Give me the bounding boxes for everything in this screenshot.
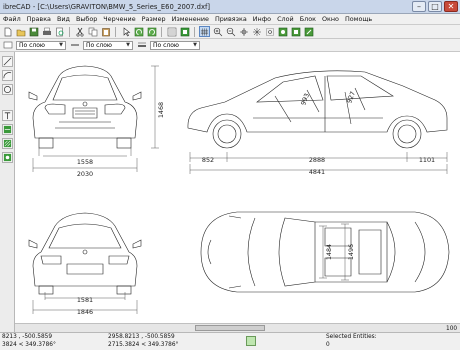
dim-side-b: 927 (345, 90, 357, 104)
dim-top-a: 1484 (325, 244, 333, 260)
arc-tool-icon[interactable] (2, 70, 13, 81)
title-bar: ibreCAD - [C:\Users\GRAVITON\BMW_5_Serie… (0, 0, 460, 14)
paste-icon[interactable] (100, 26, 111, 37)
grid-status-icon[interactable] (246, 336, 256, 346)
save-file-icon[interactable] (28, 26, 39, 37)
menu-layer[interactable]: Слой (277, 15, 294, 23)
zoom-in-icon[interactable] (212, 26, 223, 37)
toolbar-separator (194, 26, 195, 37)
zoom-window-icon[interactable] (264, 26, 275, 37)
line-tool-icon[interactable] (2, 56, 13, 67)
menu-view[interactable]: Вид (57, 15, 70, 23)
menu-edit[interactable]: Правка (27, 15, 51, 23)
scrollbar-thumb[interactable] (195, 325, 265, 331)
zoom-pan-icon[interactable] (277, 26, 288, 37)
zoom-out-icon[interactable] (225, 26, 236, 37)
menu-snap[interactable]: Привязка (215, 15, 247, 23)
cut-icon[interactable] (74, 26, 85, 37)
dim-front-overhang: 852 (202, 156, 214, 164)
color-select-value: По слою (19, 41, 45, 49)
chevron-down-icon: ▼ (193, 42, 197, 48)
hatch-tool-icon[interactable] (2, 138, 13, 149)
toolbar-separator (69, 26, 70, 37)
dimension-tool-icon[interactable] (2, 124, 13, 135)
new-file-icon[interactable] (2, 26, 13, 37)
properties-toolbar: По слою ▼ По слою ▼ По слою ▼ (0, 39, 460, 52)
main-toolbar (0, 25, 460, 39)
drawing-canvas[interactable]: 1558 2030 1468 852 2888 1101 4841 993 92… (15, 52, 460, 323)
linetype-icon (69, 40, 80, 51)
dim-top-b: 1496 (347, 244, 355, 260)
selected-entities-count: 0 (326, 342, 330, 348)
rel-coordinate: 2958.8213 , -500.5859 (108, 334, 175, 340)
dim-front-width: 2030 (77, 170, 93, 178)
open-file-icon[interactable] (15, 26, 26, 37)
linewidth-select-value: По слою (153, 41, 179, 49)
color-select[interactable]: По слою ▼ (16, 40, 66, 50)
circle-tool-icon[interactable] (2, 84, 13, 95)
maximize-button[interactable]: □ (428, 1, 442, 12)
zoom-previous-icon[interactable] (251, 26, 262, 37)
layer-list-icon[interactable] (166, 26, 177, 37)
snap-grid-icon[interactable] (199, 26, 210, 37)
menu-bar: Файл Правка Вид Выбор Черчение Размер Из… (0, 14, 460, 25)
linetype-select[interactable]: По слою ▼ (83, 40, 133, 50)
menu-modify[interactable]: Изменение (172, 15, 209, 23)
abs-polar-coordinate: 3824 < 349.3786° (2, 342, 56, 348)
minimize-button[interactable]: – (412, 1, 426, 12)
menu-file[interactable]: Файл (3, 15, 21, 23)
rel-polar-coordinate: 2715.3824 < 349.3786° (108, 342, 179, 348)
chevron-down-icon: ▼ (126, 42, 130, 48)
print-icon[interactable] (41, 26, 52, 37)
menu-help[interactable]: Помощь (345, 15, 372, 23)
dim-side-a: 993 (299, 92, 311, 106)
selected-entities-label: Selected Entities: (326, 334, 377, 340)
redo-icon[interactable] (146, 26, 157, 37)
chevron-down-icon: ▼ (59, 42, 63, 48)
dim-rear-width: 1846 (77, 308, 93, 316)
zoom-level: 100 (446, 326, 458, 332)
copy-icon[interactable] (87, 26, 98, 37)
horizontal-scrollbar[interactable] (15, 323, 460, 332)
cad-drawing: 1558 2030 1468 852 2888 1101 4841 993 92… (28, 65, 450, 316)
window-title: ibreCAD - [C:\Users\GRAVITON\BMW_5_Serie… (3, 3, 211, 11)
tool-palette (0, 52, 15, 332)
linetype-select-value: По слою (86, 41, 112, 49)
text-tool-icon[interactable] (2, 110, 13, 121)
menu-dimension[interactable]: Размер (142, 15, 166, 23)
window-controls: – □ ✕ (412, 1, 458, 12)
menu-window[interactable]: Окно (322, 15, 339, 23)
front-view (28, 65, 142, 149)
status-bar: 8213 , -500.5859 3824 < 349.3786° 2958.8… (0, 326, 460, 350)
toolbar-separator (115, 26, 116, 37)
block-list-icon[interactable] (179, 26, 190, 37)
toolbar-separator (161, 26, 162, 37)
dim-rear-track: 1581 (77, 296, 93, 304)
zoom-scale-icon[interactable] (303, 26, 314, 37)
color-swatch-icon (2, 40, 13, 51)
undo-icon[interactable] (133, 26, 144, 37)
rear-view (28, 212, 142, 295)
menu-info[interactable]: Инфо (253, 15, 271, 23)
dim-rear-overhang: 1101 (419, 156, 435, 164)
print-preview-icon[interactable] (54, 26, 65, 37)
side-view (187, 70, 448, 149)
linewidth-select[interactable]: По слою ▼ (150, 40, 200, 50)
dim-total-length: 4841 (309, 168, 325, 176)
pointer-icon[interactable] (120, 26, 131, 37)
menu-block[interactable]: Блок (300, 15, 316, 23)
dim-wheelbase: 2888 (309, 156, 325, 164)
image-tool-icon[interactable] (2, 152, 13, 163)
close-button[interactable]: ✕ (444, 1, 458, 12)
zoom-redraw-icon[interactable] (290, 26, 301, 37)
linewidth-icon (136, 40, 147, 51)
menu-select[interactable]: Выбор (76, 15, 97, 23)
dim-front-track: 1558 (77, 158, 93, 166)
dim-height: 1468 (157, 102, 165, 118)
abs-coordinate: 8213 , -500.5859 (2, 334, 53, 340)
zoom-auto-icon[interactable] (238, 26, 249, 37)
menu-draw[interactable]: Черчение (103, 15, 135, 23)
